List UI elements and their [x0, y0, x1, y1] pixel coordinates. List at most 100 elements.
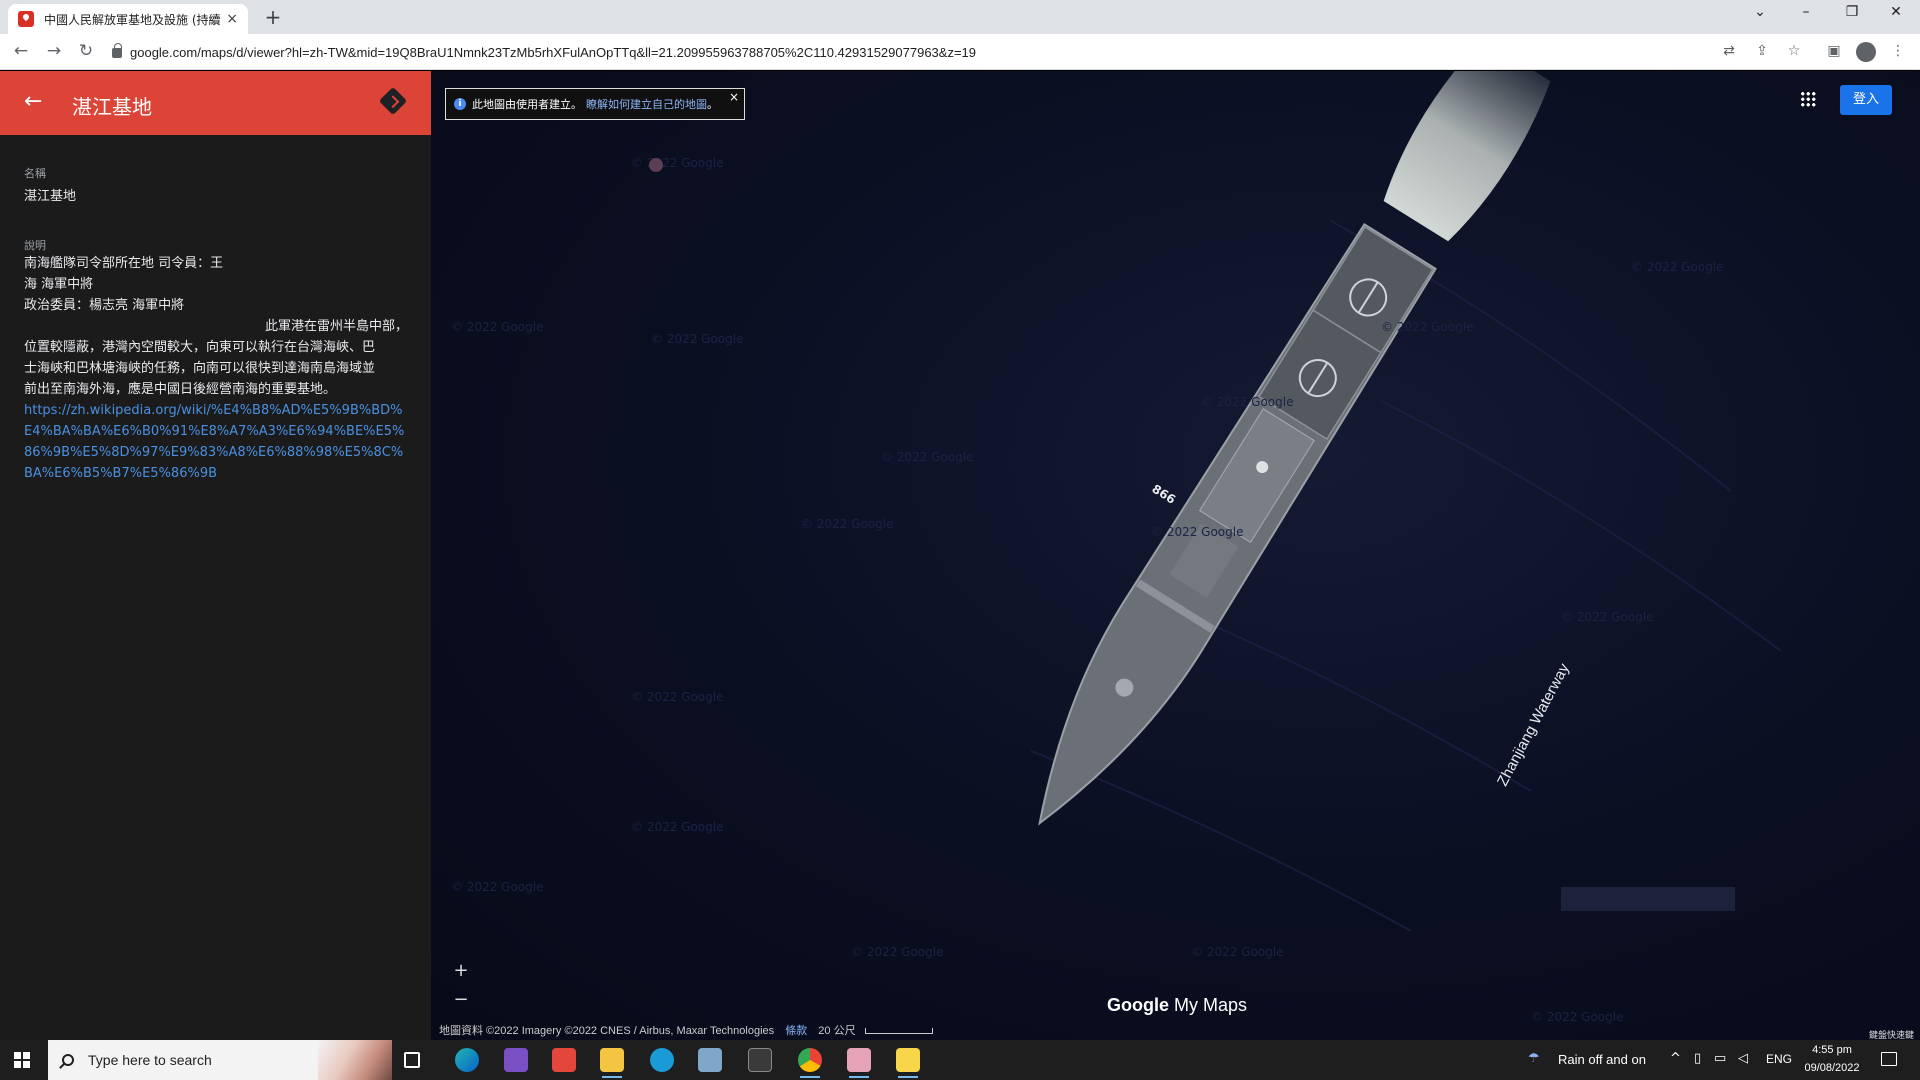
close-window-button[interactable]: ✕ [1876, 4, 1916, 20]
notification-icon[interactable] [1881, 1052, 1897, 1066]
user-created-map-notice: i 此地圖由使用者建立。 瞭解如何建立自己的地圖 。 × [445, 88, 745, 120]
sticky-notes-icon[interactable] [896, 1048, 920, 1078]
edge-icon[interactable] [455, 1048, 479, 1072]
address-bar[interactable]: google.com/maps/d/viewer?hl=zh-TW&mid=19… [108, 38, 1708, 66]
clock-date[interactable]: 09/08/2022 [1800, 1062, 1864, 1074]
back-icon[interactable]: ← [9, 41, 33, 61]
description-text: 南海艦隊司令部所在地 司令員：王 海 海軍中將 政治委員：楊志亮 海軍中將 此軍… [24, 253, 408, 484]
profile-icon[interactable] [1856, 42, 1876, 62]
windows-start-icon[interactable] [14, 1052, 30, 1068]
file-explorer-icon[interactable] [600, 1048, 624, 1078]
name-value: 湛江基地 [24, 189, 77, 204]
directions-icon[interactable] [378, 86, 408, 116]
learn-create-map-link[interactable]: 瞭解如何建立自己的地圖 [586, 96, 707, 112]
skype-icon[interactable] [650, 1048, 674, 1072]
translate-icon[interactable]: ⇄ [1719, 43, 1739, 59]
search-icon [62, 1054, 74, 1066]
hull-number: 866 [1149, 482, 1178, 507]
menu-icon[interactable]: ⋮ [1888, 43, 1908, 59]
weather-icon[interactable]: ☂ [1528, 1051, 1540, 1066]
new-tab-button[interactable]: + [260, 5, 286, 29]
watermark: © 2022 Google [631, 690, 723, 704]
sign-in-button[interactable]: 登入 [1840, 85, 1892, 115]
description-line: 位置較隱蔽，港灣內空間較大，向東可以執行在台灣海峽、巴 [24, 340, 376, 355]
info-icon: i [454, 98, 466, 110]
restore-button[interactable]: ❐ [1832, 4, 1872, 20]
brand-google: Google [1107, 995, 1169, 1015]
brand-mymaps: My Maps [1174, 995, 1248, 1015]
anydesk-icon[interactable] [552, 1048, 576, 1072]
scale-bar [864, 1028, 933, 1035]
lock-icon[interactable] [112, 43, 122, 58]
description-line: 海 海軍中將 [24, 277, 94, 292]
watermarks: © 2022 Google © 2022 Google © 2022 Googl… [451, 156, 1723, 1024]
watermark: © 2022 Google [1531, 1010, 1623, 1024]
satellite-imagery: 866 © 2022 Google © 2022 Google © 2022 G… [451, 71, 1782, 1024]
watermark: © 2022 Google [451, 880, 543, 894]
map-attribution: 地圖資料 ©2022 Imagery ©2022 CNES / Airbus, … [439, 1022, 933, 1038]
keyboard-shortcuts-link[interactable]: 鍵盤快速鍵 [1869, 1028, 1914, 1040]
volume-icon[interactable]: ◁ [1738, 1051, 1748, 1066]
language-indicator[interactable]: ENG [1766, 1052, 1792, 1066]
scale-label[interactable]: 20 公尺 [818, 1025, 855, 1037]
tab-search-icon[interactable]: ⌄ [1740, 4, 1780, 20]
back-arrow-icon[interactable]: ← [24, 89, 42, 114]
terms-link[interactable]: 條款 [785, 1025, 807, 1037]
wikipedia-link[interactable]: https://zh.wikipedia.org/wiki/%E4%B8%AD%… [24, 403, 404, 481]
task-view-icon[interactable] [404, 1052, 420, 1068]
map-marker-icon[interactable] [649, 158, 663, 172]
notice-text: 此地圖由使用者建立。 [472, 98, 582, 111]
tab-close-icon[interactable]: × [226, 11, 238, 27]
watermark: © 2022 Google [1561, 610, 1653, 624]
panel-title: 湛江基地 [72, 95, 152, 119]
watermark: © 2022 Google [881, 450, 973, 464]
tab-title: 中國人民解放軍基地及設施 (持續 [44, 12, 221, 27]
label-plate [1561, 887, 1735, 911]
windows-taskbar: Type here to search ☂ Rain off and on ^ … [0, 1040, 1920, 1080]
snipping-icon[interactable] [847, 1048, 871, 1078]
browser-tab-strip: 中國人民解放軍基地及設施 (持續 × + ⌄ – ❐ ✕ [0, 0, 1920, 34]
attribution-text: 地圖資料 ©2022 Imagery ©2022 CNES / Airbus, … [439, 1025, 775, 1037]
share-icon[interactable]: ⇪ [1752, 43, 1772, 59]
url-text[interactable]: google.com/maps/d/viewer?hl=zh-TW&mid=19… [130, 45, 976, 60]
watermark: © 2022 Google [851, 945, 943, 959]
map-view[interactable]: 866 © 2022 Google © 2022 Google © 2022 G… [431, 71, 1920, 1040]
browser-tab[interactable]: 中國人民解放軍基地及設施 (持續 × [8, 4, 248, 34]
browser-toolbar: ← → ↻ google.com/maps/d/viewer?hl=zh-TW&… [0, 34, 1920, 70]
reload-icon[interactable]: ↻ [74, 41, 98, 61]
app-icon[interactable] [698, 1048, 722, 1072]
google-apps-icon[interactable] [1800, 91, 1816, 107]
zoom-out-button[interactable]: − [451, 989, 471, 1011]
ship [1038, 71, 1551, 826]
minimize-button[interactable]: – [1786, 4, 1826, 20]
terminal-icon[interactable] [748, 1048, 772, 1072]
description-line: 士海峽和巴林塘海峽的任務，向南可以很快到達海南島海域並 [24, 361, 376, 376]
name-label: 名稱 [24, 167, 46, 180]
chrome-icon[interactable] [798, 1048, 822, 1078]
visual-studio-icon[interactable] [504, 1048, 528, 1072]
watermark: © 2022 Google [1201, 395, 1293, 409]
network-icon[interactable]: ▭ [1714, 1051, 1726, 1066]
clock-time[interactable]: 4:55 pm [1800, 1044, 1864, 1056]
taskbar-search[interactable]: Type here to search [48, 1040, 392, 1080]
panel-header: ← 湛江基地 [0, 71, 431, 135]
watermark: © 2022 Google [631, 156, 723, 170]
chevron-up-icon[interactable]: ^ [1670, 1051, 1681, 1066]
description-label: 說明 [24, 239, 46, 252]
bookmark-star-icon[interactable]: ☆ [1784, 43, 1804, 59]
battery-icon[interactable]: ▯ [1694, 1051, 1701, 1066]
google-maps-favicon-icon [18, 11, 34, 27]
watermark: © 2022 Google [451, 320, 543, 334]
close-icon[interactable]: × [729, 90, 739, 104]
watermark: © 2022 Google [1631, 260, 1723, 274]
forward-icon[interactable]: → [42, 41, 66, 61]
weather-text[interactable]: Rain off and on [1558, 1052, 1646, 1067]
description-line: 政治委員：楊志亮 海軍中將 [24, 298, 185, 313]
description-line: 前出至南海外海，應是中國日後經營南海的重要基地。 [24, 382, 337, 397]
zoom-in-button[interactable]: + [451, 960, 471, 982]
sidebar-icon[interactable]: ▣ [1824, 43, 1844, 59]
feature-details-panel: ← 湛江基地 名稱 湛江基地 說明 南海艦隊司令部所在地 司令員：王 海 海軍中… [0, 71, 431, 1040]
watermark: © 2022 Google [801, 517, 893, 531]
google-my-maps-logo: Google My Maps [1107, 995, 1247, 1016]
description-line: 此軍港在雷州半島中部， [264, 319, 408, 334]
